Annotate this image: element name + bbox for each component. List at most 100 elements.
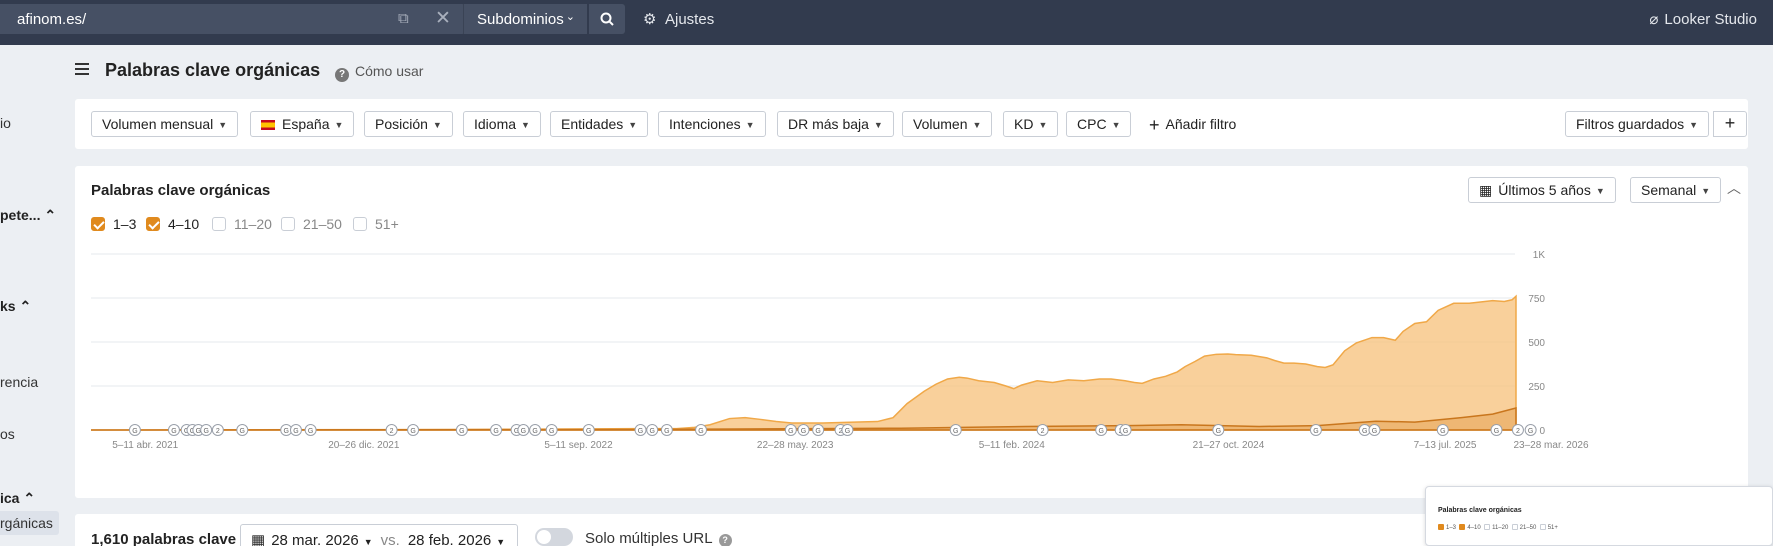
google-update-marker-label: G [801,428,806,435]
google-update-marker-label: G [815,428,820,435]
google-update-marker-label: G [132,428,137,435]
sidebar-item-2[interactable]: pete... ⌃ [0,207,56,224]
filter-entities[interactable]: Entidades ▼ [550,111,649,137]
legend-item-21-50[interactable]: 21–50 [281,216,342,232]
google-update-marker-label: G [1372,428,1377,435]
calendar-icon: ▦ [1479,182,1493,198]
sidebar-item-3[interactable]: ks ⌃ [0,298,31,315]
google-update-marker-label: G [1123,428,1128,435]
x-tick-label: 7–13 jul. 2025 [1414,440,1477,451]
chevron-down-icon: ▼ [1701,186,1711,196]
google-update-marker-label: G [493,428,498,435]
y-tick-label: 750 [1528,294,1545,305]
menu-icon[interactable] [75,63,89,78]
checkbox-icon [353,217,367,231]
date-compare-selector[interactable]: ▦ 28 mar. 2026 ▼ vs. 28 feb. 2026 ▼ [240,524,518,546]
google-update-marker-label: G [171,428,176,435]
sidebar-item-5[interactable]: os [0,426,15,442]
add-filter-button[interactable]: + Añadir filtro [1149,115,1236,136]
google-update-marker-label: G [698,428,703,435]
filter-country[interactable]: España ▼ [250,111,355,137]
google-update-marker-label: 2 [216,428,220,435]
filter-language[interactable]: Idioma ▼ [463,111,541,137]
google-update-marker-label: 2 [1516,428,1520,435]
top-bar: afinom.es/ ⧉ ✕ Subdominios ⌄ ⚙ Ajustes ⌀ L… [0,0,1773,45]
close-icon[interactable]: ✕ [435,7,451,30]
add-saved-filter-button[interactable]: + [1713,111,1747,137]
sidebar-item-1[interactable]: io [0,115,11,131]
chevron-down-icon: ▼ [972,120,982,130]
google-update-marker-label: 2 [1041,428,1045,435]
google-update-marker-label: 2 [390,428,394,435]
help-icon: ? [335,68,349,82]
chevron-down-icon: ▼ [873,120,883,130]
sidebar-item-4[interactable]: rencia [0,374,38,390]
x-tick-label: 22–28 may. 2023 [757,440,834,451]
settings-label: Ajustes [665,11,715,28]
chart-panel: Palabras clave orgánicas ▦ Últimos 5 años… [75,166,1748,498]
google-update-marker-label: G [283,428,288,435]
google-update-marker-label: G [1216,428,1221,435]
settings-button[interactable]: ⚙ Ajustes [643,10,714,28]
sidebar-item-6[interactable]: ica ⌃ [0,490,35,507]
chevron-down-icon: ▼ [1038,120,1048,130]
subdomains-dropdown[interactable]: Subdominios ⌄ [463,4,587,34]
calendar-icon: ▦ [251,532,266,546]
keyword-count: 1,610 palabras clave [91,531,237,546]
page-title: Palabras clave orgánicas [105,60,321,80]
search-button[interactable] [589,4,625,34]
chevron-down-icon: ▼ [432,120,442,130]
google-update-marker-label: G [240,428,245,435]
legend-item-51-plus[interactable]: 51+ [353,216,399,232]
legend-item-1-3[interactable]: 1–3 [91,216,136,232]
external-link-icon[interactable]: ⧉ [398,10,414,27]
filter-volume[interactable]: Volumen ▼ [902,111,993,137]
filter-lowest-dr[interactable]: DR más baja ▼ [777,111,894,137]
chart-thumbnail-preview[interactable]: Palabras clave orgánicas 1–3 4–10 11–20 … [1425,486,1773,546]
y-tick-label: 1K [1533,250,1546,261]
checkbox-icon [281,217,295,231]
chart-title: Palabras clave orgánicas [91,182,271,199]
interval-dropdown[interactable]: Semanal ▼ [1630,177,1722,203]
x-tick-label: 5–11 sep. 2022 [544,440,613,451]
google-update-marker-label: G [1440,428,1445,435]
chevron-down-icon: ▼ [1689,120,1699,130]
filter-bar: Volumen mensual ▼ España ▼ Posición ▼ Idiom… [75,99,1748,149]
filter-position[interactable]: Posición ▼ [364,111,453,137]
filter-cpc[interactable]: CPC ▼ [1066,111,1132,137]
google-update-marker-label: G [293,428,298,435]
sidebar: io pete... ⌃ ks ⌃ rencia os ica ⌃ rgánic… [0,45,60,546]
google-update-marker-label: G [549,428,554,435]
filter-intents[interactable]: Intenciones ▼ [658,111,766,137]
spain-flag-icon [261,120,275,130]
google-update-marker-label: G [788,428,793,435]
google-update-marker-label: G [1313,428,1318,435]
date-range-dropdown[interactable]: ▦ Últimos 5 años ▼ [1468,177,1616,203]
x-tick-label: 20–26 dic. 2021 [328,440,400,451]
multi-url-toggle[interactable] [535,528,573,546]
series-area-4-10 [90,294,1517,431]
google-update-marker-label: G [410,428,415,435]
sidebar-item-7-active[interactable]: rgánicas [0,511,59,535]
x-tick-label: 21–27 oct. 2024 [1193,440,1265,451]
url-text[interactable]: afinom.es/ [17,11,86,28]
how-to-link[interactable]: ? Cómo usar [335,63,423,82]
x-tick-label: 5–11 feb. 2024 [979,440,1045,451]
looker-studio-button[interactable]: ⌀ Looker Studio [1649,10,1757,28]
google-update-marker-label: G [953,428,958,435]
y-tick-label: 0 [1539,426,1545,437]
saved-filters-dropdown[interactable]: Filtros guardados ▼ [1565,111,1710,137]
legend-item-4-10[interactable]: 4–10 [146,216,199,232]
google-update-marker-label: G [845,428,850,435]
plus-icon: + [1149,115,1160,135]
filter-monthly-volume[interactable]: Volumen mensual ▼ [91,111,239,137]
filter-kd[interactable]: KD ▼ [1003,111,1059,137]
google-update-marker-label: G [1528,428,1533,435]
google-update-marker-label: G [586,428,591,435]
checkbox-icon [212,217,226,231]
google-update-marker-label: G [1362,428,1367,435]
collapse-icon[interactable]: ︿ [1727,178,1741,198]
chevron-down-icon: ▼ [628,120,638,130]
url-input[interactable]: afinom.es/ ⧉ ✕ [0,4,465,34]
legend-item-11-20[interactable]: 11–20 [212,216,272,232]
